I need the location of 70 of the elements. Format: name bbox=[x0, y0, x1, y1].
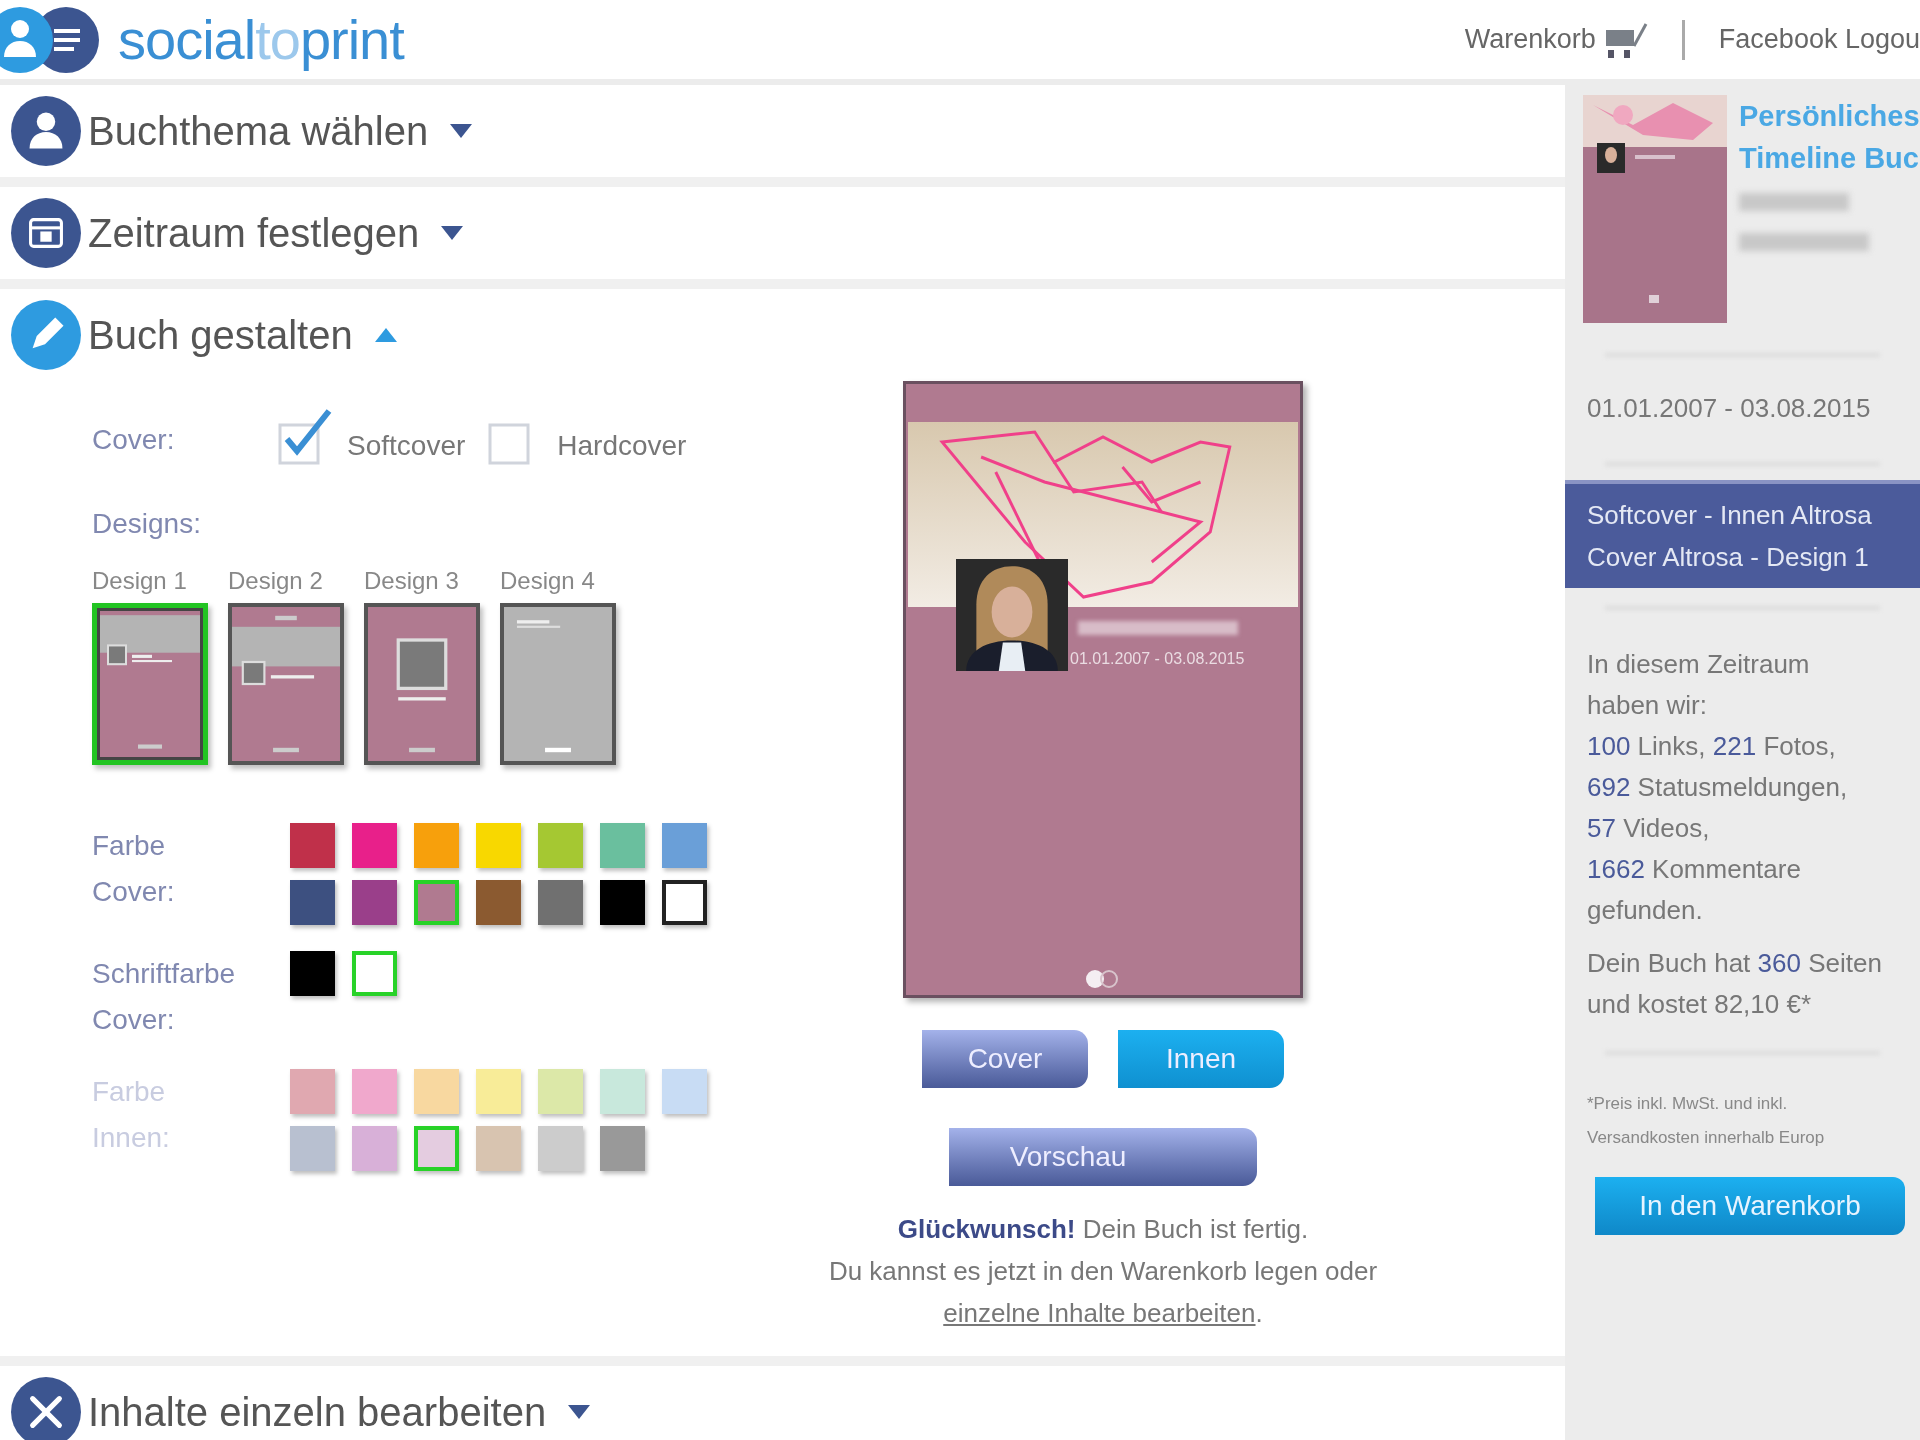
design-label: Design 4 bbox=[500, 566, 596, 596]
section-title[interactable]: Buch gestalten bbox=[88, 305, 353, 365]
calendar-icon bbox=[10, 197, 82, 269]
color-swatch[interactable] bbox=[290, 1126, 335, 1171]
color-swatch[interactable] bbox=[600, 823, 645, 868]
color-swatch[interactable] bbox=[662, 1069, 707, 1114]
success-message: Glückwunsch! Dein Buch ist fertig. Du kannst es jetzt in den Warenkorb legen oder einzelne Inhalte bearbeiten. bbox=[827, 1213, 1379, 1330]
pencil-icon bbox=[10, 299, 82, 371]
color-swatch[interactable] bbox=[414, 823, 459, 868]
color-swatch[interactable] bbox=[290, 823, 335, 868]
cover-label: Cover: bbox=[92, 423, 176, 457]
color-swatch[interactable] bbox=[352, 1069, 397, 1114]
color-swatch[interactable] bbox=[600, 880, 645, 925]
preview-button[interactable]: Vorschau bbox=[949, 1128, 1257, 1186]
color-swatch[interactable] bbox=[414, 1126, 459, 1171]
color-swatch[interactable] bbox=[538, 1069, 583, 1114]
color-swatch[interactable] bbox=[600, 1126, 645, 1171]
color-swatch[interactable] bbox=[352, 823, 397, 868]
price-text: Dein Buch hat 360 Seiten und kostet 82,10 €* bbox=[1587, 947, 1883, 1021]
color-swatch[interactable] bbox=[414, 1069, 459, 1114]
color-swatch[interactable] bbox=[662, 880, 707, 925]
section-title[interactable]: Zeitraum festlegen bbox=[88, 203, 420, 263]
caret-down-icon[interactable] bbox=[439, 224, 466, 242]
design-label: Design 3 bbox=[364, 566, 460, 596]
design-thumbnail[interactable] bbox=[228, 603, 344, 765]
color-swatch[interactable] bbox=[600, 1069, 645, 1114]
design-thumbnail[interactable] bbox=[500, 603, 616, 765]
edit-contents-link[interactable]: einzelne Inhalte bearbeiten bbox=[943, 1298, 1256, 1328]
color-swatch[interactable] bbox=[290, 951, 335, 996]
color-swatch[interactable] bbox=[538, 880, 583, 925]
caret-down-icon[interactable] bbox=[566, 1403, 593, 1421]
view-tab[interactable]: Innen bbox=[1118, 1030, 1284, 1088]
color-swatch[interactable] bbox=[476, 1126, 521, 1171]
add-to-cart-button[interactable]: In den Warenkorb bbox=[1595, 1177, 1905, 1235]
caret-down-icon[interactable] bbox=[448, 122, 475, 140]
page-indicator-icon bbox=[1085, 969, 1121, 989]
palette-label: Schriftfarbe Cover: bbox=[92, 957, 237, 1037]
summary-line: Softcover - Innen Altrosa bbox=[1587, 499, 1873, 532]
stats-text: In diesem Zeitraum haben wir: 100 Links, 221 Fotos, 692 Statusmeldungen, 57 Videos, 1662 Kommentare gefunden. bbox=[1587, 648, 1849, 927]
summary-line: Cover Altrosa - Design 1 bbox=[1587, 541, 1870, 574]
color-swatch[interactable] bbox=[352, 880, 397, 925]
color-swatch[interactable] bbox=[538, 1126, 583, 1171]
date-range: 01.01.2007 - 03.08.2015 bbox=[1587, 392, 1872, 425]
design-label: Design 2 bbox=[228, 566, 324, 596]
person-icon bbox=[10, 95, 82, 167]
color-swatch[interactable] bbox=[290, 1069, 335, 1114]
section-title[interactable]: Inhalte einzeln bearbeiten bbox=[88, 1382, 547, 1440]
price-footnote: *Preis inkl. MwSt. und inkl. Versandkosten innerhalb Europ bbox=[1587, 1093, 1826, 1149]
design-label: Design 1 bbox=[92, 566, 188, 596]
design-thumbnail[interactable] bbox=[364, 603, 480, 765]
color-swatch[interactable] bbox=[538, 823, 583, 868]
color-swatch[interactable] bbox=[476, 880, 521, 925]
cart-link[interactable]: Warenkorb bbox=[1464, 19, 1596, 60]
designs-label: Designs: bbox=[92, 507, 202, 541]
color-swatch[interactable] bbox=[476, 823, 521, 868]
checkbox-label[interactable]: Hardcover bbox=[557, 425, 687, 467]
logout-link[interactable]: Facebook Logou bbox=[1718, 19, 1920, 60]
palette-label: Farbe Cover: bbox=[92, 829, 176, 909]
color-swatch[interactable] bbox=[352, 951, 397, 996]
color-swatch[interactable] bbox=[662, 823, 707, 868]
date-range: 01.01.2007 - 03.08.2015 bbox=[1070, 649, 1245, 669]
caret-up-icon[interactable] bbox=[372, 326, 399, 344]
view-tab[interactable]: Cover bbox=[922, 1030, 1088, 1088]
design-thumbnail[interactable] bbox=[92, 603, 208, 765]
color-swatch[interactable] bbox=[352, 1126, 397, 1171]
color-swatch[interactable] bbox=[414, 880, 459, 925]
checkbox-label[interactable]: Softcover bbox=[347, 425, 466, 467]
color-swatch[interactable] bbox=[290, 880, 335, 925]
section-title[interactable]: Buchthema wählen bbox=[88, 101, 429, 161]
color-swatch[interactable] bbox=[476, 1069, 521, 1114]
